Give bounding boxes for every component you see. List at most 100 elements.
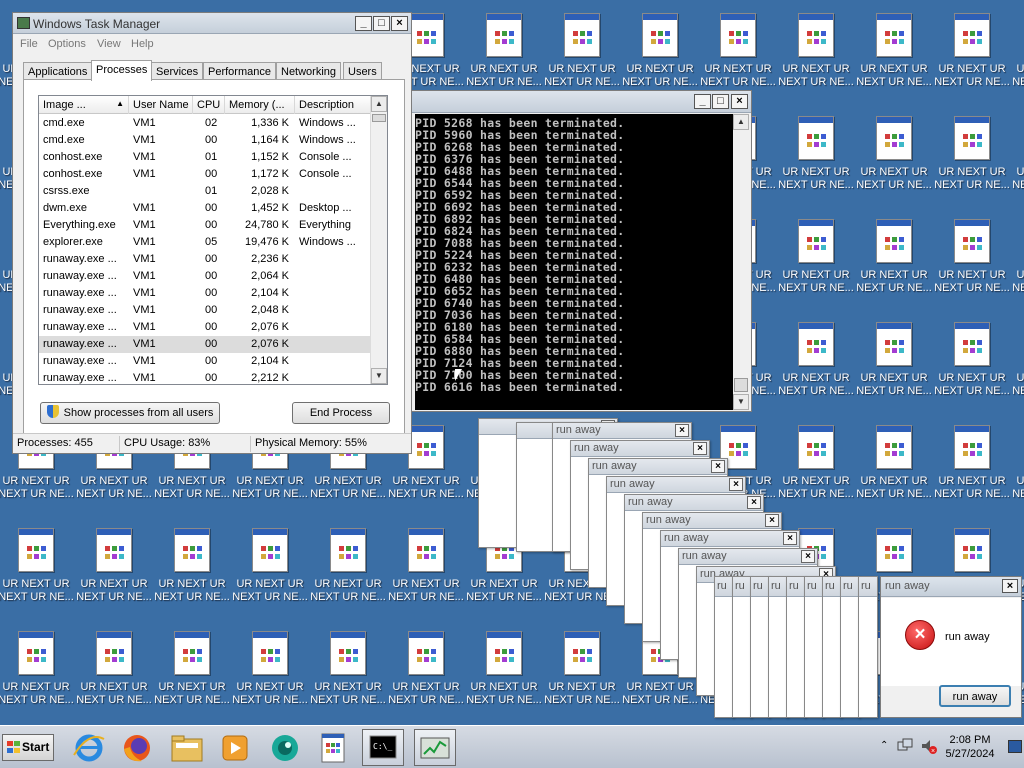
taskbar-explorer[interactable] <box>166 729 208 766</box>
menu-help[interactable]: Help <box>131 38 154 50</box>
runaway-popup-titlebar[interactable]: ru <box>859 577 877 597</box>
desktop-icon[interactable]: UR NEXT URNEXT UR NE... <box>231 520 309 620</box>
console-window[interactable]: _ □ × PID 5268 has been terminated. PID 5… <box>410 90 752 412</box>
column-description[interactable]: Description <box>295 96 372 114</box>
menu-view[interactable]: View <box>97 38 121 50</box>
desktop-icon[interactable]: UR NEXT URNEXT UR NE... <box>1011 5 1024 105</box>
desktop-icon[interactable]: UR NEXT URNEXT UR NE... <box>1011 417 1024 517</box>
runaway-popup-titlebar[interactable]: run away × <box>607 477 745 493</box>
runaway-dialog-titlebar[interactable]: run away × <box>881 577 1021 597</box>
desktop-icon[interactable]: UR NEXT URNEXT UR NE... <box>933 314 1011 414</box>
desktop-icon[interactable]: UR NEXT URNEXT UR NE... <box>543 623 621 723</box>
desktop-icon[interactable]: UR NEXT URNEXT UR NE... <box>777 314 855 414</box>
runaway-popup-titlebar[interactable]: ru <box>751 577 769 597</box>
table-row[interactable]: runaway.exe ... VM1 00 2,236 K <box>39 251 370 268</box>
desktop-icon[interactable]: UR NEXT URNEXT UR NE... <box>0 520 75 620</box>
clock[interactable]: 2:08 PM 5/27/2024 <box>942 733 998 761</box>
show-hidden-icons-icon[interactable]: ⌃ <box>880 740 888 751</box>
runaway-popup-titlebar[interactable]: run away × <box>571 441 709 457</box>
desktop-icon[interactable]: UR NEXT URNEXT UR NE... <box>855 5 933 105</box>
runaway-popup[interactable]: ru <box>714 576 734 718</box>
desktop-icon[interactable]: UR NEXT URNEXT UR NE... <box>309 623 387 723</box>
end-process-button[interactable]: End Process <box>292 402 390 424</box>
table-row[interactable]: cmd.exe VM1 02 1,336 K Windows ... <box>39 115 370 132</box>
close-icon[interactable]: × <box>693 442 707 455</box>
runaway-popup-titlebar[interactable]: ru <box>805 577 823 597</box>
runaway-popup[interactable]: ru <box>732 576 752 718</box>
tab-performance[interactable]: Performance <box>203 62 276 80</box>
column-memory[interactable]: Memory (... <box>225 96 295 114</box>
desktop-icon[interactable]: UR NEXT URNEXT UR NE... <box>465 623 543 723</box>
desktop-icon[interactable]: UR NEXT URNEXT UR NE... <box>855 108 933 208</box>
desktop-icon[interactable]: UR NEXT URNEXT UR NE... <box>933 211 1011 311</box>
console-titlebar[interactable]: _ □ × <box>411 91 751 113</box>
volume-muted-icon[interactable]: × <box>920 737 938 755</box>
desktop-icon[interactable]: UR NEXT URNEXT UR NE... <box>75 520 153 620</box>
close-icon[interactable]: × <box>801 550 815 563</box>
desktop-icon[interactable]: UR NEXT URNEXT UR NE... <box>153 520 231 620</box>
desktop-icon[interactable]: UR NEXT URNEXT UR NE... <box>933 108 1011 208</box>
close-icon[interactable]: × <box>675 424 689 437</box>
desktop-icon[interactable]: UR NEXT URNEXT UR NE... <box>387 623 465 723</box>
runaway-popup-titlebar[interactable]: ru <box>733 577 751 597</box>
runaway-popup-titlebar[interactable]: run away × <box>643 513 781 529</box>
runaway-popup[interactable]: ru <box>858 576 878 718</box>
task-manager-titlebar[interactable]: Windows Task Manager _ □ × <box>13 13 411 34</box>
runaway-popup-titlebar[interactable]: ru <box>787 577 805 597</box>
runaway-popup-titlebar[interactable]: run away × <box>661 531 799 547</box>
taskbar-command-prompt[interactable]: C:\_ <box>362 729 404 766</box>
table-row[interactable]: runaway.exe ... VM1 00 2,076 K <box>39 336 370 353</box>
desktop-icon[interactable]: UR NEXT URNEXT UR NE... <box>309 520 387 620</box>
runaway-popup-titlebar[interactable]: run away × <box>589 459 727 475</box>
close-icon[interactable]: × <box>711 460 725 473</box>
close-icon[interactable]: × <box>731 94 748 109</box>
runaway-ok-button[interactable]: run away <box>939 685 1011 707</box>
process-list[interactable]: Image ... ▲ User Name CPU Memory (... Des… <box>38 95 388 385</box>
show-desktop-icon[interactable] <box>1008 740 1022 753</box>
table-row[interactable]: runaway.exe ... VM1 00 2,212 K <box>39 370 370 384</box>
desktop-icon[interactable]: UR NEXT URNEXT UR NE... <box>777 5 855 105</box>
minimize-icon[interactable]: _ <box>355 16 372 31</box>
desktop-icon[interactable]: UR NEXT URNEXT UR NE... <box>0 623 75 723</box>
table-row[interactable]: csrss.exe 01 2,028 K <box>39 183 370 200</box>
runaway-popup-titlebar[interactable]: ru <box>841 577 859 597</box>
runaway-popup[interactable]: ru <box>768 576 788 718</box>
desktop-icon[interactable]: UR NEXT URNEXT UR NE... <box>153 623 231 723</box>
process-list-scroll-thumb[interactable] <box>372 114 386 122</box>
runaway-popup-titlebar[interactable]: ru <box>823 577 841 597</box>
table-row[interactable]: runaway.exe ... VM1 00 2,064 K <box>39 268 370 285</box>
scroll-up-icon[interactable]: ▲ <box>733 114 749 130</box>
tab-applications[interactable]: Applications <box>23 62 93 80</box>
close-icon[interactable]: × <box>391 16 408 31</box>
desktop-icon[interactable]: UR NEXT URNEXT UR NE... <box>777 211 855 311</box>
menu-file[interactable]: File <box>20 38 38 50</box>
desktop-icon[interactable]: UR NEXT URNEXT UR NE... <box>777 108 855 208</box>
desktop-icon[interactable]: UR NEXT URNEXT UR NE... <box>777 417 855 517</box>
desktop-icon[interactable]: UR NEXT URNEXT UR NE... <box>933 5 1011 105</box>
runaway-popup-titlebar[interactable]: ru <box>769 577 787 597</box>
maximize-icon[interactable]: □ <box>712 94 729 109</box>
scroll-down-icon[interactable]: ▼ <box>371 368 387 384</box>
network-icon[interactable] <box>897 738 913 754</box>
desktop-icon[interactable]: UR NEXT URNEXT UR NE... <box>855 211 933 311</box>
table-row[interactable]: conhost.exe VM1 00 1,172 K Console ... <box>39 166 370 183</box>
tab-services[interactable]: Services <box>151 62 204 80</box>
close-icon[interactable]: × <box>747 496 761 509</box>
taskbar-media-player[interactable] <box>214 729 256 766</box>
runaway-popup-titlebar[interactable]: ru <box>715 577 733 597</box>
runaway-popup[interactable]: ru <box>822 576 842 718</box>
close-icon[interactable]: × <box>783 532 797 545</box>
table-row[interactable]: runaway.exe ... VM1 00 2,104 K <box>39 353 370 370</box>
scroll-up-icon[interactable]: ▲ <box>371 96 387 112</box>
menu-options[interactable]: Options <box>48 38 86 50</box>
minimize-icon[interactable]: _ <box>694 94 711 109</box>
column-user-name[interactable]: User Name <box>129 96 193 114</box>
console-scrollbar[interactable]: ▲ ▼ <box>733 114 750 410</box>
table-row[interactable]: runaway.exe ... VM1 00 2,076 K <box>39 319 370 336</box>
tab-users[interactable]: Users <box>343 62 382 80</box>
maximize-icon[interactable]: □ <box>373 16 390 31</box>
runaway-popup[interactable]: ru <box>804 576 824 718</box>
process-list-scrollbar[interactable]: ▲ ▼ <box>370 96 387 384</box>
column-cpu[interactable]: CPU <box>193 96 225 114</box>
runaway-popup-titlebar[interactable]: run away × <box>625 495 763 511</box>
